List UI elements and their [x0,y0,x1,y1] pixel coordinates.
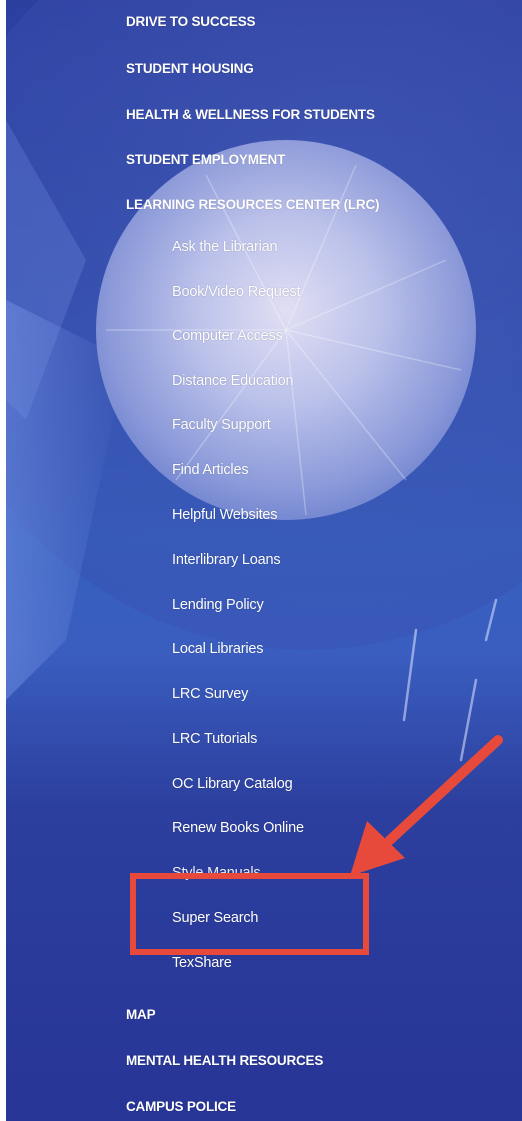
sub-item-lending-policy[interactable]: Lending Policy [172,597,264,613]
sub-item-faculty-support[interactable]: Faculty Support [172,417,271,433]
nav-item-map[interactable]: MAP [126,1007,156,1022]
sub-item-renew-books-online[interactable]: Renew Books Online [172,820,304,836]
sub-item-lrc-survey[interactable]: LRC Survey [172,686,248,702]
nav-item-campus-police[interactable]: CAMPUS POLICE [126,1099,236,1114]
nav-item-mental-health-resources[interactable]: MENTAL HEALTH RESOURCES [126,1053,323,1068]
sub-item-find-articles[interactable]: Find Articles [172,462,249,478]
nav-item-learning-resources-center[interactable]: LEARNING RESOURCES CENTER (LRC) [126,197,380,212]
sub-item-computer-access[interactable]: Computer Access [172,328,283,344]
nav-item-student-employment[interactable]: STUDENT EMPLOYMENT [126,152,285,167]
sub-item-distance-education[interactable]: Distance Education [172,373,294,389]
sub-item-ask-the-librarian[interactable]: Ask the Librarian [172,239,278,255]
sub-item-oc-library-catalog[interactable]: OC Library Catalog [172,776,293,792]
annotation-highlight-box [130,873,369,955]
sub-item-texshare[interactable]: TexShare [172,955,232,971]
nav-item-drive-to-success[interactable]: DRIVE TO SUCCESS [126,14,256,29]
sub-item-interlibrary-loans[interactable]: Interlibrary Loans [172,552,281,568]
sub-item-book-video-request[interactable]: Book/Video Request [172,284,301,300]
sub-item-local-libraries[interactable]: Local Libraries [172,641,264,657]
nav-item-health-wellness[interactable]: HEALTH & WELLNESS FOR STUDENTS [126,107,375,122]
sub-item-lrc-tutorials[interactable]: LRC Tutorials [172,731,257,747]
sub-item-helpful-websites[interactable]: Helpful Websites [172,507,278,523]
nav-item-student-housing[interactable]: STUDENT HOUSING [126,61,254,76]
